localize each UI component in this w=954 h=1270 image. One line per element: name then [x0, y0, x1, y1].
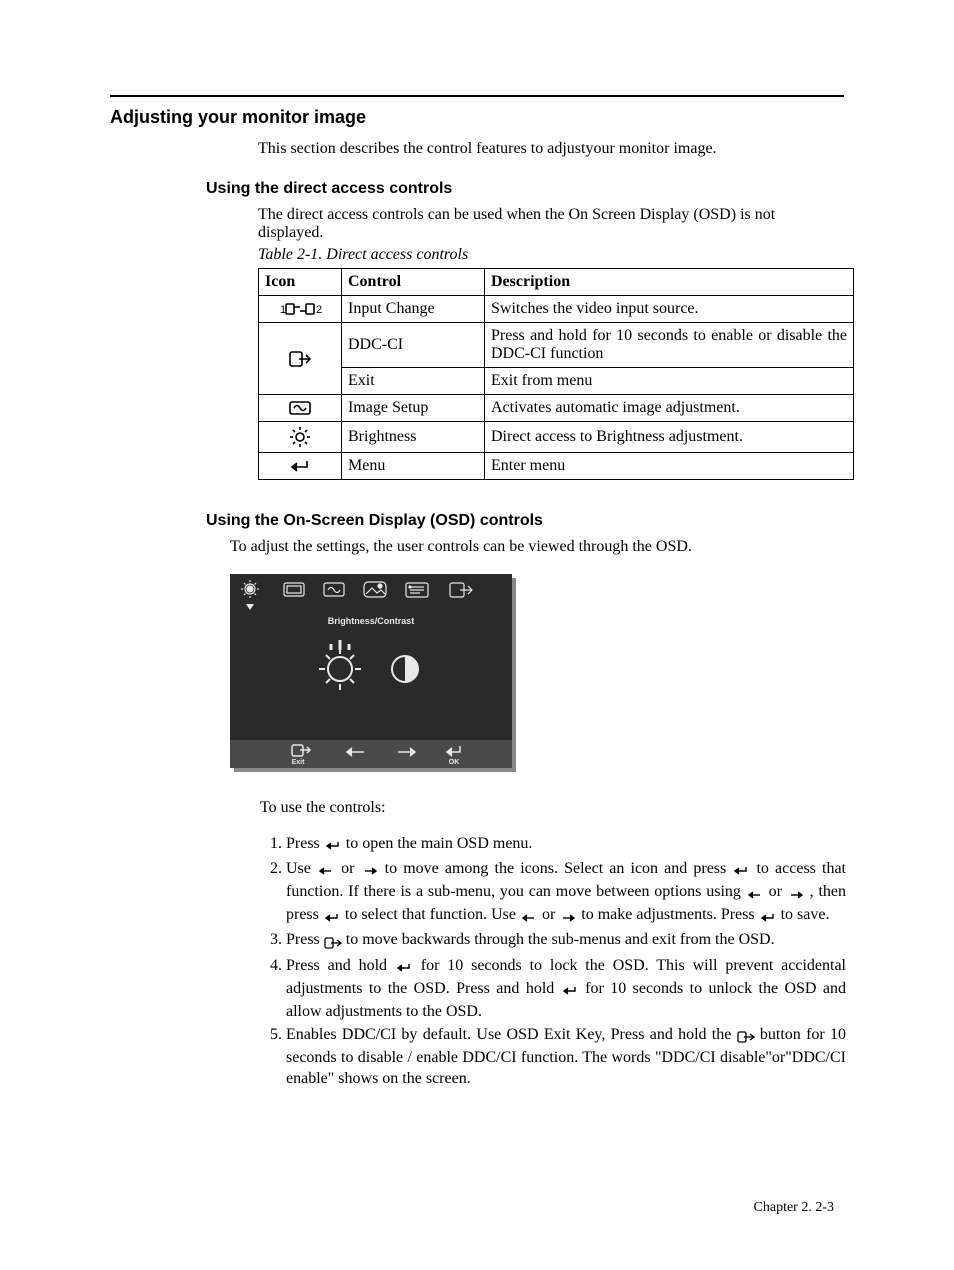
table-row: Menu Enter menu	[259, 453, 854, 480]
table-caption: Table 2-1. Direct access controls	[258, 246, 844, 264]
section-heading: Adjusting your monitor image	[110, 107, 844, 128]
instructions-list: Press to open the main OSD menu. Use or …	[260, 833, 846, 1089]
exit-icon	[324, 931, 342, 952]
step-text: Press and hold	[286, 957, 395, 974]
brightness-icon	[259, 422, 342, 453]
step-text: to move among the icons. Select an icon …	[379, 860, 733, 877]
table-cell-description: Press and hold for 10 seconds to enable …	[485, 323, 854, 368]
subsection-heading-direct-access: Using the direct access controls	[206, 180, 844, 198]
document-page: Adjusting your monitor image This sectio…	[0, 0, 954, 1270]
subsection-intro-text: The direct access controls can be used w…	[258, 206, 844, 242]
enter-icon	[324, 835, 342, 856]
enter-icon	[395, 957, 413, 978]
left-arrow-icon	[317, 860, 335, 881]
list-item: Use or to move among the icons. Select a…	[286, 858, 846, 927]
osd-exit-label: Exit	[292, 759, 306, 766]
step-text: Use	[286, 860, 317, 877]
table-cell-description: Direct access to Brightness adjustment.	[485, 422, 854, 453]
section-intro-text: This section describes the control featu…	[258, 140, 844, 158]
osd-ok-label: OK	[449, 759, 460, 766]
direct-access-controls-table: Icon Control Description 1 2	[258, 268, 854, 480]
table-cell-control: Brightness	[342, 422, 485, 453]
table-cell-control: DDC-CI	[342, 323, 485, 368]
list-item: Press to open the main OSD menu.	[286, 833, 846, 856]
subsection-heading-osd: Using the On-Screen Display (OSD) contro…	[206, 512, 844, 530]
table-cell-control: Input Change	[342, 296, 485, 323]
right-arrow-icon	[559, 906, 577, 927]
step-text: to save.	[777, 906, 830, 923]
enter-icon	[323, 906, 341, 927]
enter-icon	[259, 453, 342, 480]
osd-screenshot: Brightness/Contrast	[230, 574, 844, 777]
table-cell-description: Exit from menu	[485, 368, 854, 395]
table-header-icon: Icon	[259, 269, 342, 296]
image-setup-icon	[259, 395, 342, 422]
enter-icon	[759, 906, 777, 927]
step-text: to select that function. Use	[341, 906, 520, 923]
page-footer: Chapter 2. 2-3	[754, 1200, 834, 1216]
step-text: or	[538, 906, 559, 923]
step-text: to make adjustments. Press	[577, 906, 758, 923]
enter-icon	[732, 860, 750, 881]
step-text: Press	[286, 931, 324, 948]
step-text: Press	[286, 835, 324, 852]
left-arrow-icon	[746, 883, 764, 904]
step-text: to open the main OSD menu.	[342, 835, 533, 852]
table-row: 1 2 Input Change Switches the video inpu…	[259, 296, 854, 323]
left-arrow-icon	[520, 906, 538, 927]
svg-text:2: 2	[316, 304, 322, 316]
exit-icon	[259, 323, 342, 395]
table-header-description: Description	[485, 269, 854, 296]
step-text: or	[764, 883, 787, 900]
table-cell-control: Exit	[342, 368, 485, 395]
list-item: Press to move backwards through the sub-…	[286, 929, 846, 952]
list-item: Press and hold for 10 seconds to lock th…	[286, 955, 846, 1022]
table-row: DDC-CI Press and hold for 10 seconds to …	[259, 323, 854, 368]
list-item: Enables DDC/CI by default. Use OSD Exit …	[286, 1024, 846, 1089]
step-text: to move backwards through the sub-menus …	[342, 931, 775, 948]
osd-title: Brightness/Contrast	[328, 616, 415, 626]
table-row: Brightness Direct access to Brightness a…	[259, 422, 854, 453]
horizontal-rule	[110, 95, 844, 97]
right-arrow-icon	[787, 883, 805, 904]
input-change-icon: 1 2	[259, 296, 342, 323]
table-row: Exit Exit from menu	[259, 368, 854, 395]
table-cell-description: Enter menu	[485, 453, 854, 480]
step-text: Enables DDC/CI by default. Use OSD Exit …	[286, 1026, 737, 1043]
enter-icon	[561, 980, 579, 1001]
table-cell-control: Image Setup	[342, 395, 485, 422]
table-cell-description: Switches the video input source.	[485, 296, 854, 323]
osd-intro-text: To adjust the settings, the user control…	[230, 538, 844, 556]
table-row: Image Setup Activates automatic image ad…	[259, 395, 854, 422]
instructions-lead: To use the controls:	[260, 799, 844, 817]
table-header-control: Control	[342, 269, 485, 296]
table-cell-control: Menu	[342, 453, 485, 480]
exit-icon	[737, 1026, 755, 1047]
step-text: or	[335, 860, 361, 877]
right-arrow-icon	[361, 860, 379, 881]
table-cell-description: Activates automatic image adjustment.	[485, 395, 854, 422]
table-header-row: Icon Control Description	[259, 269, 854, 296]
